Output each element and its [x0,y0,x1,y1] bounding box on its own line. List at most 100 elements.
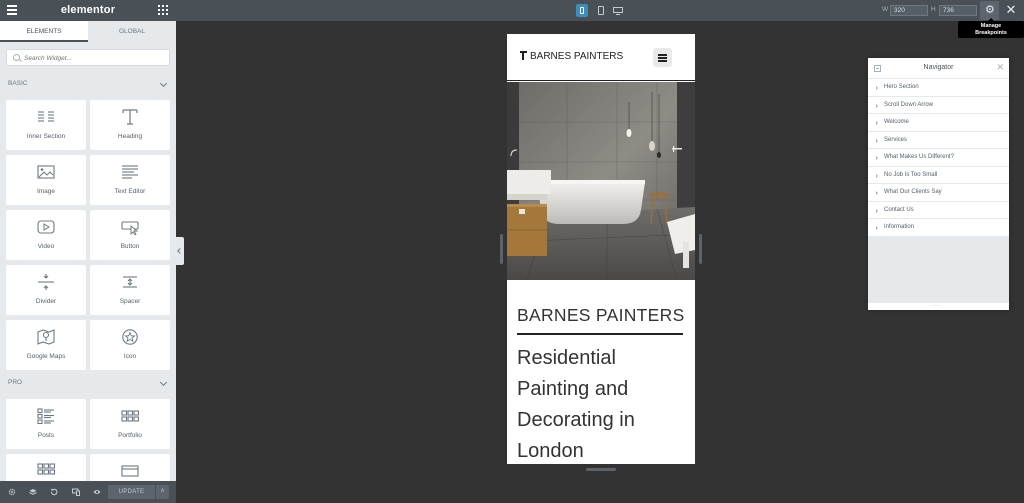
navigator-item[interactable]: Contact Us [868,202,1009,219]
navigator-item-label: Hero Section [884,84,919,90]
mobile-menu-button[interactable] [653,48,672,67]
search-input[interactable] [24,52,164,64]
height-input[interactable]: 736 [939,5,977,16]
widget-portfolio[interactable]: Portfolio [90,399,170,449]
star-icon [122,329,138,345]
site-logo[interactable]: BARNES PAINTERS [520,51,623,62]
panel-header: elementor [0,0,176,21]
widget-label: Heading [117,133,143,140]
responsive-topbar: W 320 H 736 ⚙ ✕ [176,0,1024,21]
resize-handle-bottom[interactable] [586,468,616,471]
caret-right-icon[interactable] [876,86,878,90]
layers-icon[interactable] [29,488,37,496]
tablet-device-icon[interactable] [595,4,607,17]
desktop-device-icon[interactable] [612,4,624,17]
tab-elements[interactable]: ELEMENTS [0,21,88,42]
caret-right-icon[interactable] [876,173,878,178]
site-logo-text: BARNES PAINTERS [530,51,624,62]
hero-image [507,82,695,280]
close-responsive-icon[interactable]: ✕ [1004,3,1018,17]
widget-label: Image [36,188,56,195]
widget-label: Posts [37,432,55,439]
navigator-item-label: Services [884,136,908,143]
caret-right-icon[interactable] [876,156,878,160]
category-pro[interactable]: PRO [8,378,168,389]
caret-right-icon[interactable] [876,226,878,230]
chevron-down-icon [159,79,168,88]
settings-gear-icon[interactable] [8,488,16,496]
widget-google-maps[interactable]: Google Maps [6,320,86,370]
navigator-item-label: Scroll Down Arrow [884,101,934,108]
width-input[interactable]: 320 [890,5,928,16]
resize-handle-right[interactable] [699,234,702,264]
mobile-device-icon[interactable] [576,4,588,17]
navigator-item[interactable]: Information [868,219,1009,237]
navigator-resize-footer[interactable]: ... [868,302,1009,310]
category-label: BASIC [8,80,28,87]
caret-right-icon[interactable] [876,191,878,195]
caret-right-icon[interactable] [876,208,878,213]
navigator-item[interactable]: Hero Section [868,79,1009,97]
slides-icon [121,465,139,477]
widget-search [6,49,170,66]
heading-divider [517,333,683,335]
caret-right-icon[interactable] [876,138,878,143]
widget-icon[interactable]: Icon [90,320,170,370]
navigator-item[interactable]: Services [868,132,1009,149]
eye-preview-icon[interactable] [93,488,101,496]
portfolio-grid-icon [121,410,140,422]
caret-right-icon[interactable] [876,103,878,108]
gallery-grid-icon [37,463,56,475]
navigator-item-label: Information [884,224,915,230]
widget-button[interactable]: Button [90,210,170,260]
widget-label: Text Editor [114,188,146,195]
navigator-item[interactable]: Welcome [868,114,1009,132]
responsive-mode-icon[interactable] [72,488,80,496]
close-icon[interactable]: ✕ [996,62,1004,73]
widget-spacer[interactable]: Spacer [90,265,170,315]
text-editor-icon [122,165,138,179]
gear-icon: ⚙ [985,4,995,16]
navigator-item[interactable]: What Makes Us Different? [868,149,1009,167]
widget-label: Button [120,243,140,250]
navigator-item-label: Welcome [884,119,909,125]
chevron-down-icon [159,378,168,387]
navigator-item[interactable]: No Job Is Too Small [868,167,1009,184]
tooltip-line: Breakpoints [975,29,1007,36]
navigator-item-label: No Job Is Too Small [884,171,938,178]
collapse-panel-handle[interactable] [176,237,184,265]
navigator-item[interactable]: Scroll Down Arrow [868,97,1009,114]
elementor-panel: elementor ELEMENTS GLOBAL BASIC Inner Se… [0,0,176,503]
widget-video[interactable]: Video [6,210,86,260]
widget-label: Google Maps [26,353,66,360]
navigator-panel: Navigator ✕ Hero Section Scroll Down Arr… [868,58,1009,310]
navigator-item[interactable]: What Our Clients Say [868,184,1009,202]
navigator-item-label: What Our Clients Say [884,189,942,195]
widget-label: Icon [123,353,137,360]
navigator-header[interactable]: Navigator ✕ [868,58,1009,79]
category-basic[interactable]: BASIC [8,79,168,90]
tab-global[interactable]: GLOBAL [88,21,176,42]
apps-grid-icon[interactable] [158,5,168,15]
resize-handle-left[interactable] [500,234,503,264]
widget-slides[interactable] [90,454,170,484]
widget-gallery[interactable] [6,454,86,484]
posts-icon [37,408,54,424]
brand-heading: BARNES PAINTERS [517,305,685,325]
panel-footer: UPDATE ˄ [0,481,176,503]
history-icon[interactable] [50,488,58,496]
caret-right-icon[interactable] [876,121,878,125]
image-icon [37,165,55,179]
widget-label: Inner Section [26,133,66,140]
update-button[interactable]: UPDATE [108,485,155,499]
manage-breakpoints-tooltip: Manage Breakpoints [958,18,1024,38]
widget-text-editor[interactable]: Text Editor [90,155,170,205]
widget-inner-section[interactable]: Inner Section [6,100,86,150]
update-options-button[interactable]: ˄ [155,485,169,499]
widget-divider[interactable]: Divider [6,265,86,315]
heading-icon [122,109,138,125]
video-icon [37,220,55,234]
widget-image[interactable]: Image [6,155,86,205]
widget-heading[interactable]: Heading [90,100,170,150]
widget-posts[interactable]: Posts [6,399,86,449]
